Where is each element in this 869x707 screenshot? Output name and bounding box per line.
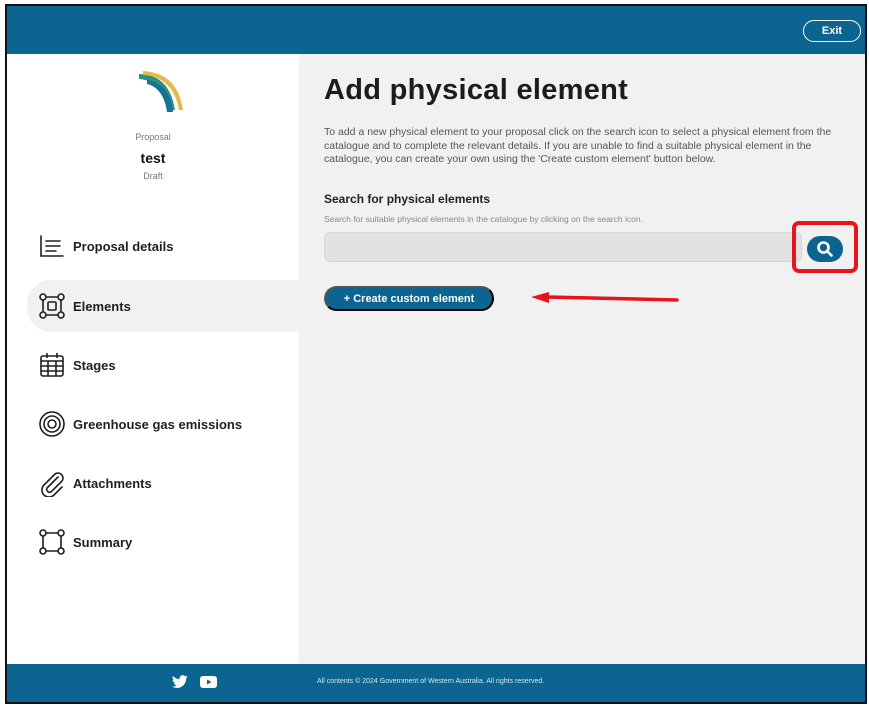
elements-icon: [37, 291, 67, 321]
social-links: [172, 675, 217, 689]
search-input[interactable]: [324, 232, 802, 262]
footer: All contents © 2024 Government of Wester…: [7, 664, 865, 702]
calendar-icon: [37, 350, 67, 380]
nav-item-label: Attachments: [73, 475, 152, 491]
main-content: Add physical element To add a new physic…: [299, 54, 865, 664]
page-title: Add physical element: [324, 74, 629, 106]
logo: [139, 71, 183, 112]
nav-item-proposal-details[interactable]: Proposal details: [27, 220, 299, 272]
paperclip-icon: [37, 468, 67, 498]
sidebar: Proposal test Draft Proposal details Ele…: [7, 54, 299, 664]
proposal-name: test: [140, 150, 166, 166]
search-icon: [817, 241, 833, 257]
search-section-hint: Search for suitable physical elements in…: [324, 214, 643, 224]
list-icon: [37, 231, 67, 261]
copyright-text: All contents © 2024 Government of Wester…: [317, 678, 545, 685]
search-button[interactable]: [807, 236, 843, 262]
nav-item-attachments[interactable]: Attachments: [27, 457, 299, 509]
nav-item-label: Stages: [73, 357, 116, 373]
nav-item-label: Elements: [73, 298, 131, 314]
proposal-status: Draft: [143, 171, 163, 181]
app-window: Exit Proposal test Draft Proposal detail…: [5, 4, 867, 704]
create-custom-element-button[interactable]: + Create custom element: [324, 286, 494, 311]
nav-item-elements[interactable]: Elements: [27, 280, 299, 332]
nav-item-label: Summary: [73, 534, 133, 550]
youtube-icon[interactable]: [200, 676, 217, 688]
annotation-arrow: [531, 292, 679, 303]
search-section-title: Search for physical elements: [324, 192, 491, 206]
nav-item-label: Greenhouse gas emissions: [73, 416, 243, 432]
nav-item-greenhouse-gas-emissions[interactable]: Greenhouse gas emissions: [27, 398, 299, 450]
nav-item-summary[interactable]: Summary: [27, 516, 299, 568]
proposal-label: Proposal: [135, 132, 171, 142]
nav-item-label: Proposal details: [73, 238, 174, 254]
target-icon: [37, 409, 67, 439]
intro-text: To add a new physical element to your pr…: [324, 126, 832, 165]
exit-button[interactable]: Exit: [803, 20, 861, 42]
top-bar: Exit: [7, 6, 865, 54]
nav-item-stages[interactable]: Stages: [27, 339, 299, 391]
twitter-icon[interactable]: [172, 675, 188, 689]
summary-icon: [37, 527, 67, 557]
